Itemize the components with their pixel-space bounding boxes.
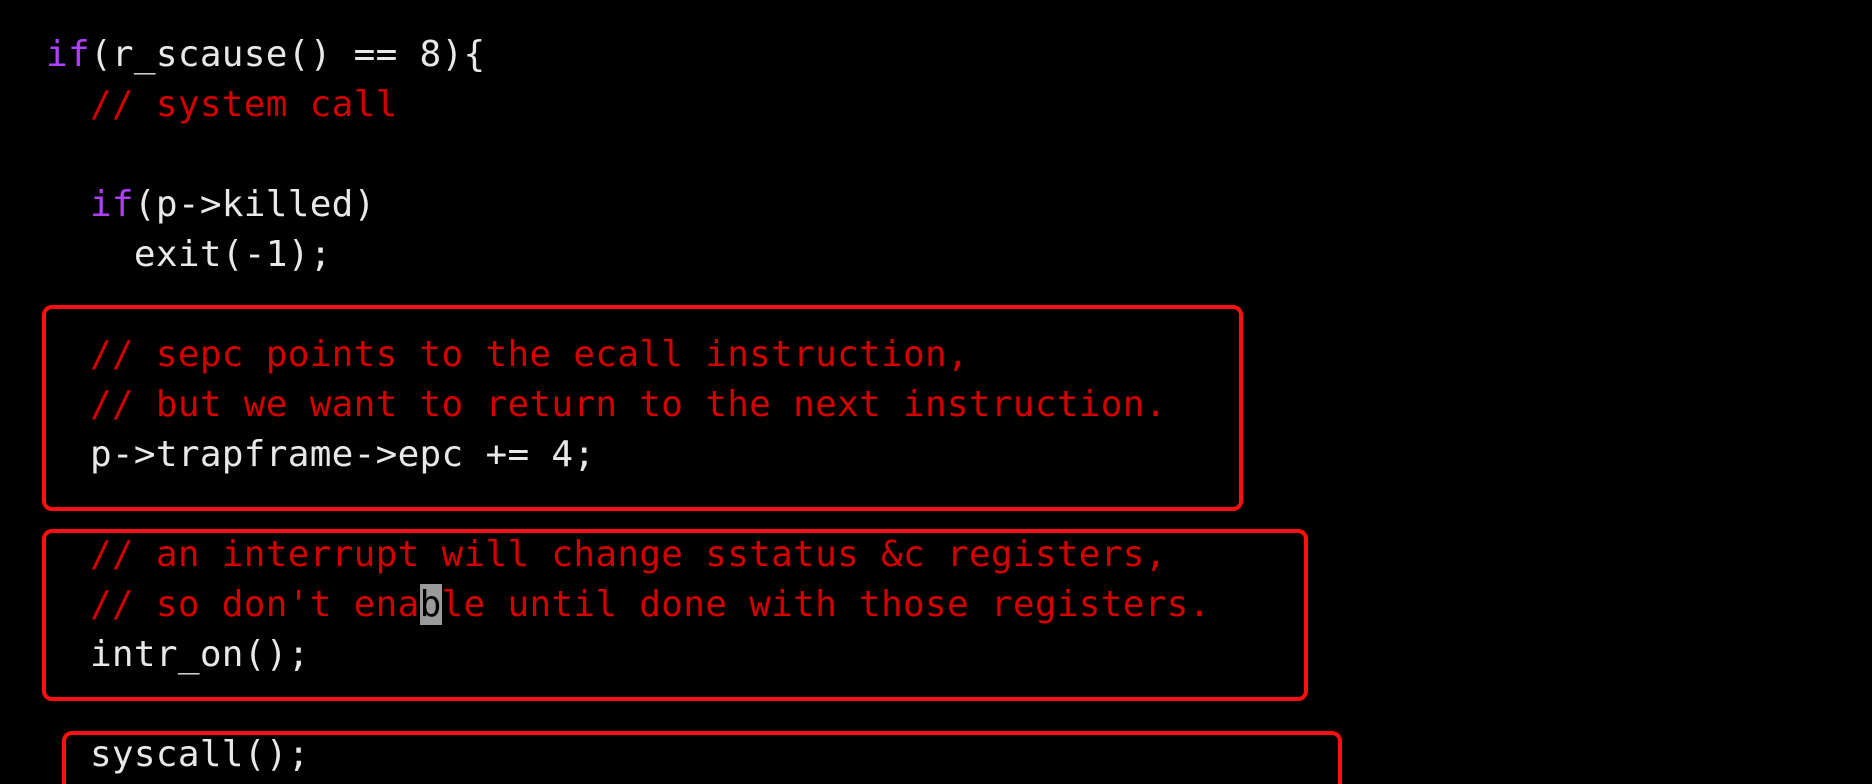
code-line-interrupt-comment: // an interrupt will change sstatus &c r… [46,530,1167,580]
code-comment: // so don't ena [89,584,420,625]
code-line-dont-enable-comment: // so don't enable until done with those… [46,580,1211,630]
code-editor[interactable]: if(r_scause() == 8){ // system call if(p… [0,0,1872,784]
code-comment: // but we want to return to the next ins… [89,384,1167,425]
code-line-if-scause: if(r_scause() == 8){ [46,30,485,80]
code-text: exit(-1); [133,234,332,275]
code-text: syscall(); [89,734,310,775]
code-line-syscall: syscall(); [46,730,310,780]
code-line-intr-on: intr_on(); [46,630,310,680]
code-comment: // an interrupt will change sstatus &c r… [89,534,1167,575]
code-line-return-next-comment: // but we want to return to the next ins… [46,380,1167,430]
code-comment: // sepc points to the ecall instruction, [89,334,969,375]
code-comment: // system call [89,84,398,125]
keyword-if: if [89,184,134,225]
code-text: (r_scause() == 8){ [89,34,486,75]
code-text: (p->killed) [133,184,376,225]
code-text: p->trapframe->epc += 4; [89,434,596,475]
code-text: intr_on(); [89,634,310,675]
keyword-if: if [46,34,90,75]
code-line-if-killed: if(p->killed) [46,180,376,230]
code-line-sepc-comment: // sepc points to the ecall instruction, [46,330,969,380]
code-line-exit: exit(-1); [46,230,332,280]
code-line-epc-increment: p->trapframe->epc += 4; [46,430,595,480]
code-line-system-call-comment: // system call [46,80,398,130]
code-comment: le until done with those registers. [441,584,1211,625]
text-cursor[interactable]: b [419,584,442,625]
